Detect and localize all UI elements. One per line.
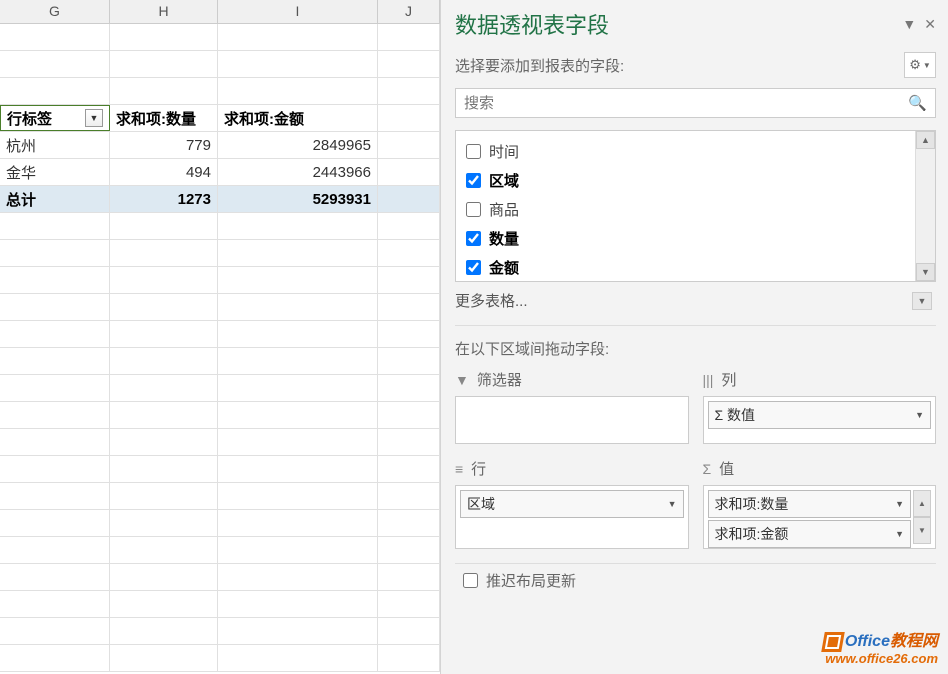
search-box[interactable]: 🔍 bbox=[455, 88, 936, 118]
search-input[interactable] bbox=[464, 95, 908, 112]
filters-dropzone[interactable] bbox=[455, 396, 689, 444]
row-qty: 779 bbox=[110, 132, 218, 158]
grid[interactable]: 行标签 ▼ 求和项:数量 求和项:金额 杭州 779 2849965 金华 49… bbox=[0, 24, 440, 674]
chevron-down-icon: ▼ bbox=[923, 61, 931, 70]
value-field-item[interactable]: 求和项:金额▼ bbox=[708, 520, 912, 548]
rows-icon: ≡ bbox=[455, 461, 463, 477]
row-amount: 2443966 bbox=[218, 159, 378, 185]
field-item-product[interactable]: 商品 bbox=[456, 195, 915, 224]
pivot-fields-panel: 数据透视表字段 ▼ ✕ 选择要添加到报表的字段: ⚙▼ 🔍 时间 区域 商品 数… bbox=[441, 0, 948, 674]
table-row[interactable]: 杭州 779 2849965 bbox=[0, 132, 440, 159]
field-checkbox[interactable] bbox=[466, 202, 481, 217]
scroll-up-icon[interactable]: ▲ bbox=[913, 490, 931, 517]
more-tables-dropdown-icon[interactable]: ▼ bbox=[912, 292, 932, 310]
panel-subtitle: 选择要添加到报表的字段: bbox=[455, 55, 624, 76]
total-qty: 1273 bbox=[110, 186, 218, 212]
filter-icon: ▼ bbox=[455, 372, 469, 388]
columns-area: ||| 列 Σ 数值▼ bbox=[703, 369, 937, 444]
col-header-i[interactable]: I bbox=[218, 0, 378, 23]
col-header-h[interactable]: H bbox=[110, 0, 218, 23]
filters-area: ▼ 筛选器 bbox=[455, 369, 689, 444]
more-tables-link[interactable]: 更多表格... bbox=[455, 290, 528, 311]
chevron-down-icon: ▼ bbox=[895, 529, 904, 539]
panel-dropdown-icon[interactable]: ▼ bbox=[902, 16, 916, 33]
row-labels-text: 行标签 bbox=[7, 108, 52, 129]
total-label: 总计 bbox=[0, 186, 110, 212]
field-item-qty[interactable]: 数量 bbox=[456, 224, 915, 253]
col-header-j[interactable]: J bbox=[378, 0, 440, 23]
row-field-item[interactable]: 区域▼ bbox=[460, 490, 684, 518]
columns-dropzone[interactable]: Σ 数值▼ bbox=[703, 396, 937, 444]
col-header-g[interactable]: G bbox=[0, 0, 110, 23]
field-checkbox[interactable] bbox=[466, 260, 481, 275]
chevron-down-icon: ▼ bbox=[668, 499, 677, 509]
row-label: 杭州 bbox=[0, 132, 110, 158]
total-amount: 5293931 bbox=[218, 186, 378, 212]
scroll-down-icon[interactable]: ▼ bbox=[916, 263, 935, 281]
values-dropzone[interactable]: 求和项:数量▼ 求和项:金额▼ ▲ ▼ bbox=[703, 485, 937, 549]
close-icon[interactable]: ✕ bbox=[924, 16, 936, 33]
rows-title: 行 bbox=[471, 458, 486, 479]
drag-instructions: 在以下区域间拖动字段: bbox=[455, 338, 936, 359]
tools-button[interactable]: ⚙▼ bbox=[904, 52, 936, 78]
pivot-header-row: 行标签 ▼ 求和项:数量 求和项:金额 bbox=[0, 105, 440, 132]
column-headers: G H I J bbox=[0, 0, 440, 24]
panel-title: 数据透视表字段 bbox=[455, 8, 609, 40]
field-checkbox[interactable] bbox=[466, 144, 481, 159]
field-checkbox[interactable] bbox=[466, 231, 481, 246]
defer-layout-label: 推迟布局更新 bbox=[486, 570, 576, 591]
rows-area: ≡ 行 区域▼ bbox=[455, 458, 689, 549]
divider bbox=[455, 325, 936, 326]
row-label: 金华 bbox=[0, 159, 110, 185]
scroll-up-icon[interactable]: ▲ bbox=[916, 131, 935, 149]
columns-title: 列 bbox=[721, 369, 736, 390]
search-icon[interactable]: 🔍 bbox=[908, 94, 927, 112]
field-checkbox[interactable] bbox=[466, 173, 481, 188]
row-amount: 2849965 bbox=[218, 132, 378, 158]
row-labels-header[interactable]: 行标签 ▼ bbox=[0, 105, 110, 131]
total-row[interactable]: 总计 1273 5293931 bbox=[0, 186, 440, 213]
amount-header[interactable]: 求和项:金额 bbox=[218, 105, 378, 131]
scroll-down-icon[interactable]: ▼ bbox=[913, 517, 931, 544]
chevron-down-icon: ▼ bbox=[915, 410, 924, 420]
defer-layout-checkbox[interactable] bbox=[463, 573, 478, 588]
rows-dropzone[interactable]: 区域▼ bbox=[455, 485, 689, 549]
table-row[interactable]: 金华 494 2443966 bbox=[0, 159, 440, 186]
filters-title: 筛选器 bbox=[477, 369, 522, 390]
row-labels-dropdown-icon[interactable]: ▼ bbox=[85, 109, 103, 127]
values-scrollbar[interactable]: ▲ ▼ bbox=[913, 490, 931, 544]
row-qty: 494 bbox=[110, 159, 218, 185]
field-item-region[interactable]: 区域 bbox=[456, 166, 915, 195]
field-item-time[interactable]: 时间 bbox=[456, 137, 915, 166]
field-list-scrollbar[interactable]: ▲ ▼ bbox=[915, 131, 935, 281]
footer: 推迟布局更新 bbox=[455, 563, 936, 591]
field-item-amount[interactable]: 金额 bbox=[456, 253, 915, 282]
field-list: 时间 区域 商品 数量 金额 ▲ ▼ bbox=[455, 130, 936, 282]
value-field-item[interactable]: 求和项:数量▼ bbox=[708, 490, 912, 518]
chevron-down-icon: ▼ bbox=[895, 499, 904, 509]
values-area: Σ值 求和项:数量▼ 求和项:金额▼ ▲ ▼ bbox=[703, 458, 937, 549]
qty-header[interactable]: 求和项:数量 bbox=[110, 105, 218, 131]
gear-icon: ⚙ bbox=[909, 57, 921, 73]
columns-icon: ||| bbox=[703, 372, 714, 388]
column-field-item[interactable]: Σ 数值▼ bbox=[708, 401, 932, 429]
values-title: 值 bbox=[719, 458, 734, 479]
sigma-icon: Σ bbox=[703, 461, 712, 477]
spreadsheet-area: G H I J 行标签 ▼ 求和项:数量 求和项:金额 杭州 779 28499… bbox=[0, 0, 441, 674]
